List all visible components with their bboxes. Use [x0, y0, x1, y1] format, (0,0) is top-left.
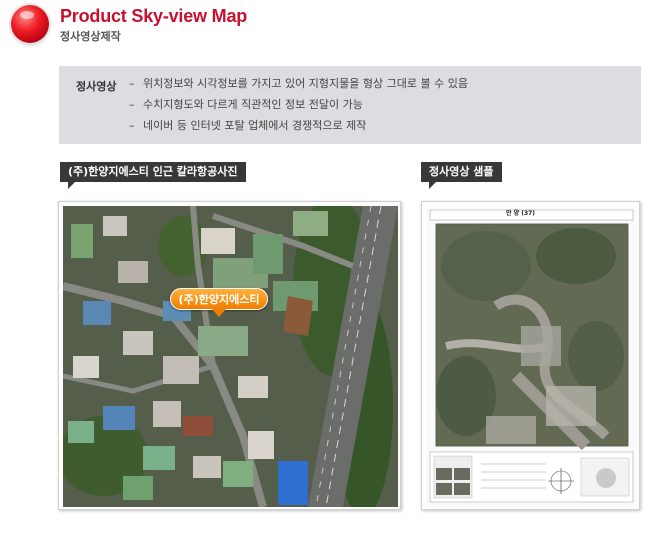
- description-label: 정사영상: [76, 80, 117, 93]
- description-list: – 위치정보와 시각정보를 가지고 있어 지형지물을 형상 그대로 볼 수 있음 …: [129, 76, 468, 139]
- ortho-map-sheet: [426, 206, 637, 507]
- aerial-photo: [63, 206, 398, 507]
- description-item: – 네이버 등 인터넷 포탈 업체에서 경쟁적으로 제작: [129, 119, 367, 132]
- description-item: – 수치지형도와 다르게 직관적인 정보 전달이 가능: [129, 98, 363, 111]
- aerial-photo-tag: (주)한양지에스티 인근 칼라항공사진: [60, 162, 246, 189]
- company-location-callout: (주)한양지에스티: [170, 288, 268, 317]
- map-sheet-title: 안 양 (37): [506, 210, 536, 217]
- page-subtitle: 정사영상제작: [60, 30, 121, 43]
- ortho-sample-tag: 정사영상 샘플: [421, 162, 502, 189]
- description-box: 정사영상 – 위치정보와 시각정보를 가지고 있어 지형지물을 형상 그대로 볼 …: [59, 66, 641, 144]
- red-sphere-icon: [11, 5, 49, 43]
- aerial-photo-frame: [58, 201, 401, 510]
- page-title: Product Sky-view Map: [60, 6, 248, 26]
- description-item: – 위치정보와 시각정보를 가지고 있어 지형지물을 형상 그대로 볼 수 있음: [129, 77, 468, 90]
- ortho-sample-frame: [421, 201, 640, 510]
